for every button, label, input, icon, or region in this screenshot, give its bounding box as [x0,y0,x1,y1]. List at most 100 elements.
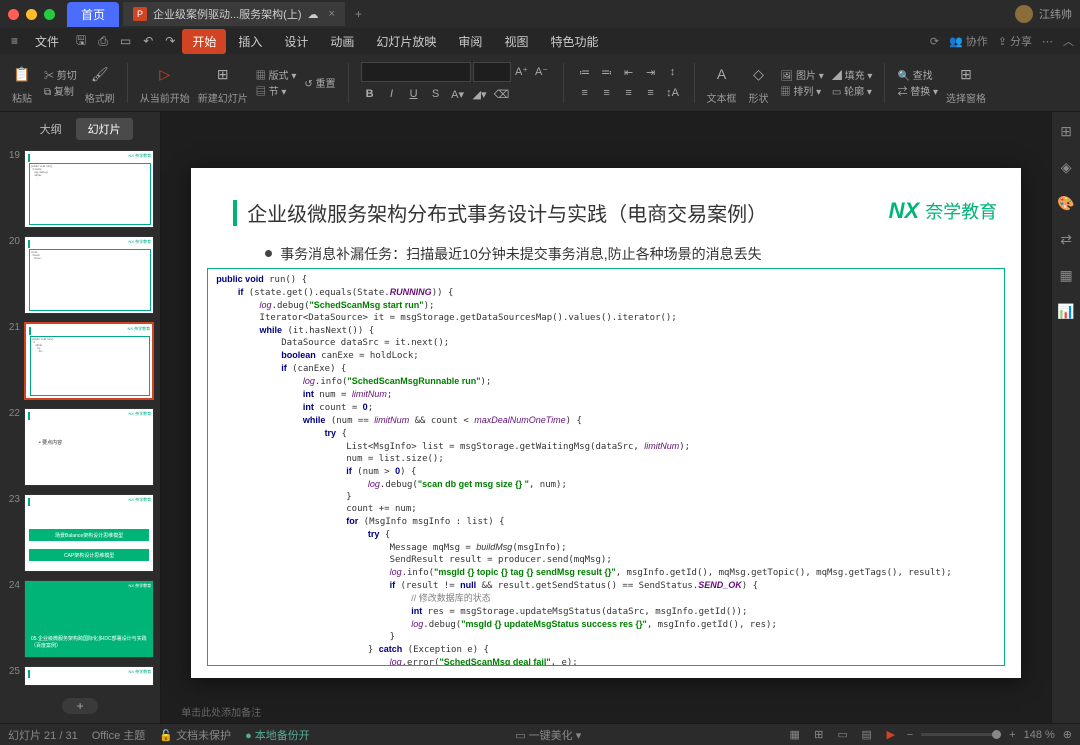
tab-slides[interactable]: 幻灯片 [76,118,133,140]
menu-insert[interactable]: 插入 [228,29,272,54]
new-tab-button[interactable]: + [345,3,372,25]
protect-status[interactable]: 🔓 文档未保护 [159,727,231,743]
tab-close-icon[interactable]: × [329,8,335,20]
font-color-icon[interactable]: A▾ [449,85,467,103]
textbox-group[interactable]: A 文本框 [707,60,737,105]
layout-button[interactable]: ▦ 版式 ▾ [256,67,297,82]
select-pane-label: 选择窗格 [946,90,986,105]
clear-format-icon[interactable]: ⌫ [493,85,511,103]
menu-slideshow[interactable]: 幻灯片放映 [366,29,446,54]
thumb-22[interactable]: 22 NX 奈学教育• 要点内容 [0,404,160,490]
new-slide-group[interactable]: ⊞ 新建幻灯片 [198,60,248,105]
strike-icon[interactable]: S [427,85,445,103]
thumb-20[interactable]: 20 NX 奈学教育code block lines... [0,232,160,318]
collab-button[interactable]: 👥 协作 [949,33,988,49]
thumb-19[interactable]: 19 NX 奈学教育public void run() if state log… [0,146,160,232]
tab-home[interactable]: 首页 [67,2,119,27]
maximize-window-button[interactable] [44,9,55,20]
zoom-value[interactable]: 148 % [1024,729,1055,741]
tab-outline[interactable]: 大纲 [28,118,74,140]
app-menu-icon[interactable]: ≡ [6,31,23,51]
undo-icon[interactable]: ↶ [138,31,158,51]
close-window-button[interactable] [8,9,19,20]
preview-icon[interactable]: ▭ [115,31,136,51]
save-icon[interactable]: 🖫 [71,28,91,55]
view-sorter-icon[interactable]: ⊞ [811,728,827,742]
beautify-button[interactable]: ▭ 一键美化 ▾ [515,727,581,743]
more-icon[interactable]: ⋯ [1042,33,1053,49]
add-slide-button[interactable]: + [62,698,98,714]
avatar[interactable] [1015,5,1033,23]
notes-placeholder[interactable]: 单击此处添加备注 [181,704,261,719]
menu-start[interactable]: 开始 [182,29,226,54]
zoom-in-icon[interactable]: + [1009,729,1015,741]
fit-icon[interactable]: ⊕ [1063,728,1072,741]
print-icon[interactable]: ⎙ [93,31,113,52]
align-center-icon[interactable]: ≡ [598,84,616,102]
view-reading-icon[interactable]: ▭ [835,728,851,742]
increase-font-icon[interactable]: A⁺ [513,62,531,80]
minimize-window-button[interactable] [26,9,37,20]
cut-button[interactable]: ✂ 剪切 [44,67,77,82]
thumb-23[interactable]: 23 NX 奈学教育 场景Balance架构设计思维模型 CAP架构设计思维模型 [0,490,160,576]
menu-animation[interactable]: 动画 [320,29,364,54]
from-begin-group[interactable]: ▷ 从当前开始 [140,60,190,105]
replace-button[interactable]: ⇄ 替换 ▾ [897,83,938,98]
format-brush-icon: 🖌 [86,60,114,88]
menu-features[interactable]: 特色功能 [540,29,608,54]
paste-group[interactable]: 📋 粘贴 [8,60,36,105]
indent-inc-icon[interactable]: ⇥ [642,63,660,81]
template-icon[interactable]: ▦ [1057,266,1075,284]
bold-icon[interactable]: B [361,85,379,103]
slide[interactable]: 企业级微服务架构分布式事务设计与实践（电商交易案例） NX 奈学教育 事务消息补… [191,168,1021,678]
collapse-ribbon-icon[interactable]: ︿ [1063,33,1074,49]
backup-status[interactable]: ● 本地备份开 [245,727,310,743]
slideshow-icon[interactable]: ▶ [883,728,899,742]
italic-icon[interactable]: I [383,85,401,103]
properties-icon[interactable]: ⊞ [1057,122,1075,140]
share-button[interactable]: ⇪ 分享 [998,33,1032,49]
redo-icon[interactable]: ↷ [160,31,180,51]
indent-dec-icon[interactable]: ⇤ [620,63,638,81]
decrease-font-icon[interactable]: A⁻ [533,62,551,80]
align-justify-icon[interactable]: ≡ [642,84,660,102]
chart-icon[interactable]: 📊 [1057,302,1075,320]
transition-icon[interactable]: ⇄ [1057,230,1075,248]
align-left-icon[interactable]: ≡ [576,84,594,102]
bullet-list-icon[interactable]: ≔ [576,63,594,81]
thumb-24[interactable]: 24 NX 奈学教育05.企业级微服务架构跨国际化多IDC部署设计与实践（百度案… [0,576,160,662]
fill-button[interactable]: ◢ 填充 ▾ [832,67,873,82]
arrange-button[interactable]: ▦ 排列 ▾ [781,83,824,98]
menu-review[interactable]: 审阅 [448,29,492,54]
menu-view[interactable]: 视图 [494,29,538,54]
view-normal-icon[interactable]: ▦ [787,728,803,742]
line-spacing-icon[interactable]: ↕ [664,63,682,81]
highlight-icon[interactable]: ◢▾ [471,85,489,103]
select-pane-group[interactable]: ⊞ 选择窗格 [946,60,986,105]
font-family-select[interactable] [361,62,471,82]
shape-group[interactable]: ◇ 形状 [745,60,773,105]
format-brush-group[interactable]: 🖌 格式刷 [85,60,115,105]
zoom-slider[interactable] [921,733,1001,736]
sync-icon[interactable]: ⟳ [930,33,939,49]
tab-document[interactable]: P 企业级案例驱动...服务架构(上) ☁ × [123,2,345,26]
underline-icon[interactable]: U [405,85,423,103]
animation-icon[interactable]: ◈ [1057,158,1075,176]
copy-button[interactable]: ⧉ 复制 [44,83,77,98]
zoom-out-icon[interactable]: − [907,729,913,741]
thumb-21[interactable]: 21 NX 奈学教育public void run() if while try… [0,318,160,404]
theme-icon[interactable]: 🎨 [1057,194,1075,212]
menu-file[interactable]: 文件 [25,29,69,54]
font-size-select[interactable] [473,62,511,82]
section-button[interactable]: ▤ 节 ▾ [256,83,297,98]
view-notes-icon[interactable]: ▤ [859,728,875,742]
outline-button[interactable]: ▭ 轮廓 ▾ [832,83,873,98]
reset-button[interactable]: ↺ 重置 [304,75,335,90]
picture-button[interactable]: 🖼 图片 ▾ [781,67,824,82]
text-direction-icon[interactable]: ↕A [664,84,682,102]
thumb-25[interactable]: 25 NX 奈学教育 [0,662,160,690]
align-right-icon[interactable]: ≡ [620,84,638,102]
menu-design[interactable]: 设计 [274,29,318,54]
find-button[interactable]: 🔍 查找 [897,67,938,82]
number-list-icon[interactable]: ≕ [598,63,616,81]
